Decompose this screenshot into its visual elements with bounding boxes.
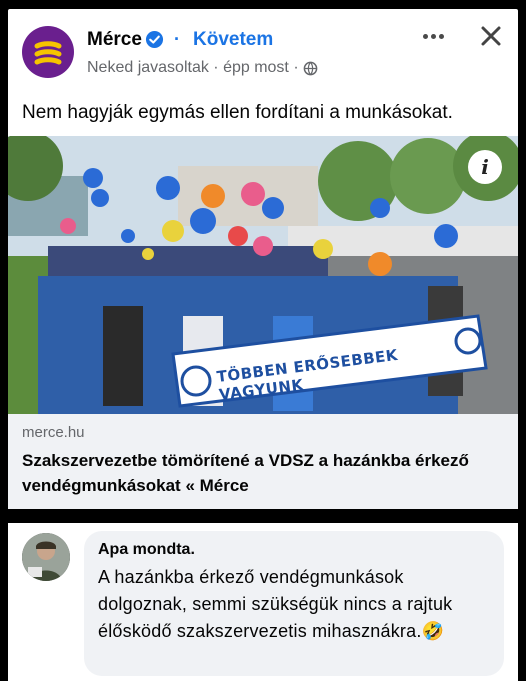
comment-bubble: Apa mondta. A hazánkba érkező vendégmunk… — [84, 531, 504, 676]
commenter-avatar[interactable] — [22, 533, 70, 581]
page-name[interactable]: Mérce — [87, 29, 142, 51]
avatar-image — [22, 533, 70, 581]
post-card: Mérce · Követem Neked javasoltak · épp m… — [8, 9, 518, 509]
verified-badge-icon — [145, 30, 164, 49]
post-text: Nem hagyják egymás ellen fordítani a mun… — [22, 102, 453, 123]
link-domain: merce.hu — [22, 424, 85, 441]
comment: Apa mondta. A hazánkba érkező vendégmunk… — [8, 523, 518, 681]
follow-button[interactable]: Követem — [193, 29, 273, 51]
post-meta: Neked javasoltak · épp most · — [87, 59, 318, 77]
post-photo[interactable]: TÖBBEN ERŐSEBBEK VAGYUNK i — [8, 136, 518, 414]
close-icon[interactable] — [478, 23, 504, 49]
globe-icon — [303, 61, 317, 75]
info-icon[interactable]: i — [468, 150, 502, 184]
link-preview[interactable]: merce.hu Szakszervezetbe tömörítené a VD… — [8, 414, 518, 509]
link-title[interactable]: Szakszervezetbe tömörítené a VDSZ a hazá… — [22, 448, 502, 498]
meta-text: Neked javasoltak · épp most · — [87, 59, 299, 76]
comment-author[interactable]: Apa mondta. — [98, 541, 195, 559]
page-avatar[interactable] — [22, 26, 74, 78]
merce-logo-icon — [34, 41, 62, 65]
more-options-icon[interactable] — [418, 23, 448, 49]
comment-text: A hazánkba érkező vendégmunkások dolgozn… — [98, 567, 453, 641]
separator-dot: · — [174, 29, 180, 49]
